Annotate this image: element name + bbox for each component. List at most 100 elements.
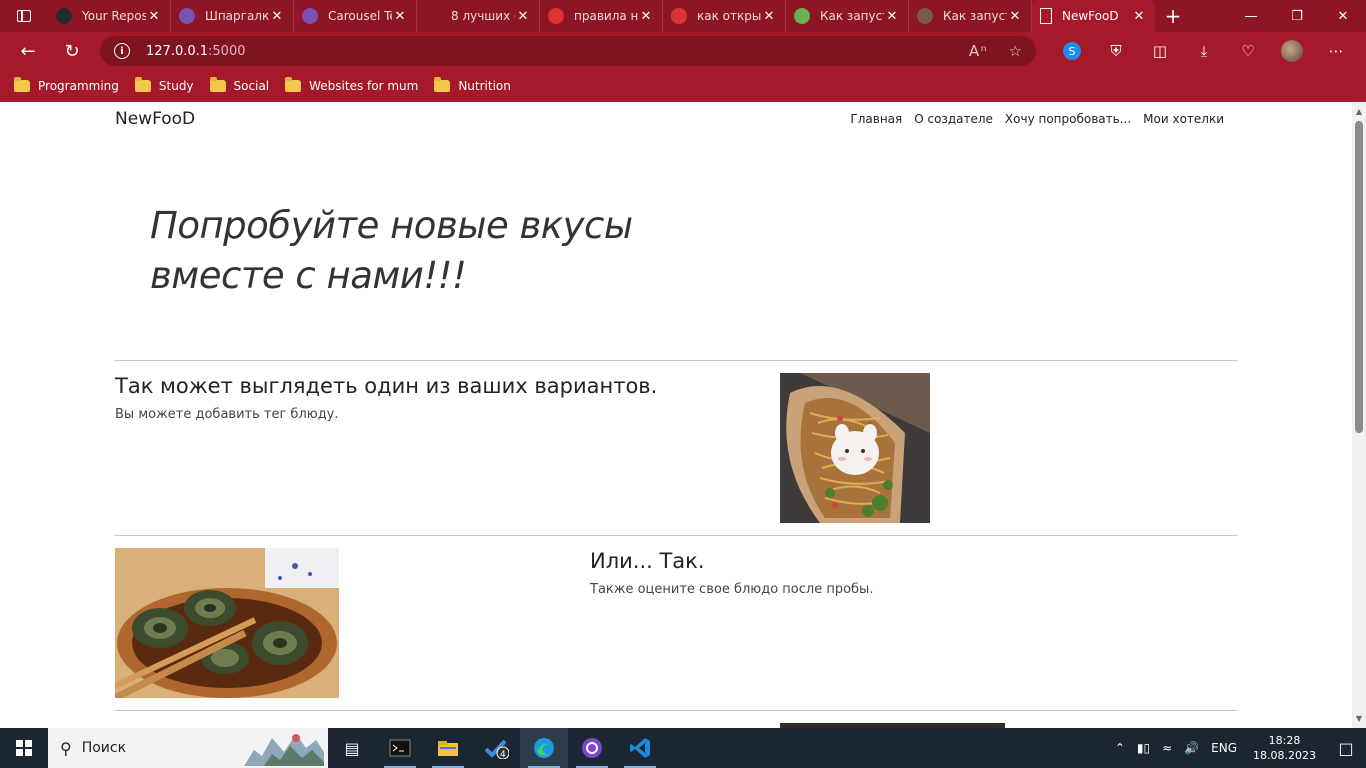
task-view-icon: ▤ (344, 738, 360, 758)
scroll-down-icon[interactable]: ▼ (1352, 712, 1366, 726)
web-page: NewFooD Главная О создателе Хочу попробова… (0, 103, 1352, 728)
tab-bar: Your Repos✕Шпаргалка✕Carousel Te✕8 лучши… (0, 0, 1366, 32)
reload-icon: ↻ (64, 40, 80, 62)
browser-tab[interactable]: правила н ✕ (540, 0, 663, 32)
clock-time: 18:28 (1268, 734, 1301, 747)
browser-tab[interactable]: Your Repos ✕ (48, 0, 171, 32)
bookmark-label: Nutrition (458, 79, 511, 93)
tab-title: Your Repos (82, 9, 146, 23)
url-text[interactable]: 127.0.0.1:5000 (146, 44, 246, 59)
bookmark-folder[interactable]: Programming (14, 77, 119, 93)
folder-icon (285, 77, 302, 92)
settings-menu-icon[interactable]: ⋯ (1314, 42, 1358, 60)
github-desktop-app[interactable] (568, 728, 616, 768)
feature1-title: Так может выглядеть один из ваших вариан… (115, 374, 658, 398)
tab-title: правила н (574, 9, 638, 23)
site-nav-link[interactable]: Хочу попробовать... (1005, 112, 1131, 126)
vscode-app[interactable] (616, 728, 664, 768)
site-nav-link[interactable]: О создателе (914, 112, 993, 126)
back-button[interactable]: ← (6, 32, 50, 70)
system-tray: ⌃ ▮▯ ≈ 🔊 ENG 18:28 18.08.2023 □ (1109, 728, 1366, 768)
task-view-button[interactable]: ▤ (328, 728, 376, 768)
volume-icon[interactable]: 🔊 (1178, 741, 1205, 755)
close-tab-icon[interactable]: ✕ (1131, 9, 1147, 24)
vscode-icon (630, 738, 650, 758)
browser-tab[interactable]: Шпаргалка✕ (171, 0, 294, 32)
taskbar: ⚲ Поиск ▤ 4 ⌃ ▮▯ ≈ 🔊 ENG 18:28 18.08.202… (0, 728, 1366, 768)
github-icon (582, 738, 602, 758)
browser-tab[interactable]: NewFooD ✕ (1032, 0, 1155, 32)
restore-button[interactable]: ❐ (1274, 0, 1320, 32)
close-tab-icon[interactable]: ✕ (515, 9, 531, 24)
clock-date: 18.08.2023 (1253, 749, 1316, 762)
address-bar[interactable]: i 127.0.0.1:5000 A ⁿ ☆ (100, 36, 1036, 66)
site-info-icon[interactable]: i (114, 43, 130, 59)
bookmark-folder[interactable]: Nutrition (434, 77, 511, 93)
new-tab-button[interactable]: + (1155, 4, 1191, 28)
browser-tab[interactable]: Как запуст ✕ (909, 0, 1032, 32)
clock[interactable]: 18:28 18.08.2023 (1243, 733, 1326, 763)
scroll-up-icon[interactable]: ▲ (1352, 105, 1366, 119)
edge-app[interactable] (520, 728, 568, 768)
hero-heading: Попробуйте новые вкусы вместе с нами!!! (150, 204, 633, 297)
bookmark-folder[interactable]: Websites for mum (285, 77, 418, 93)
bookmark-folder[interactable]: Study (134, 77, 194, 93)
page-scrollbar[interactable]: ▲ ▼ (1352, 103, 1366, 728)
favorite-star-icon[interactable]: ☆ (1009, 42, 1022, 60)
shield-extension-icon[interactable]: ⛨ (1094, 42, 1138, 60)
search-placeholder: Поиск (81, 740, 127, 756)
wifi-icon[interactable]: ≈ (1156, 741, 1178, 755)
language-indicator[interactable]: ENG (1205, 741, 1243, 755)
minimize-button[interactable]: — (1228, 0, 1274, 32)
close-tab-icon[interactable]: ✕ (884, 9, 900, 24)
close-tab-icon[interactable]: ✕ (269, 9, 285, 24)
split-screen-icon[interactable]: ◫ (1138, 42, 1182, 60)
file-explorer-app[interactable] (424, 728, 472, 768)
shazam-extension-button[interactable]: S (1050, 42, 1094, 60)
browser-tab[interactable]: как открыт✕ (663, 0, 786, 32)
battery-icon[interactable]: ▮▯ (1131, 741, 1156, 755)
browser-essentials-icon[interactable]: ♡ (1226, 42, 1270, 60)
github-icon (56, 8, 72, 24)
terminal-icon (389, 739, 411, 757)
close-tab-icon[interactable]: ✕ (761, 9, 777, 24)
shazam-icon: S (1063, 42, 1081, 60)
site-nav-link[interactable]: Главная (850, 112, 902, 126)
downloads-icon[interactable]: ⤓ (1182, 42, 1226, 60)
bookmark-folder[interactable]: Social (209, 77, 269, 93)
folder-icon (438, 741, 458, 756)
svg-text:4: 4 (500, 750, 506, 759)
tab-actions-button[interactable] (0, 0, 48, 32)
avatar (1281, 40, 1303, 62)
tab-title: как открыт (697, 9, 761, 23)
search-highlight-illustration (244, 734, 324, 766)
site-nav-link[interactable]: Мои хотелки (1143, 112, 1224, 126)
site-icon (794, 8, 810, 24)
reload-button[interactable]: ↻ (50, 32, 94, 70)
start-button[interactable] (0, 728, 48, 768)
close-window-button[interactable]: ✕ (1320, 0, 1366, 32)
browser-tab[interactable]: 8 лучших с ✕ (417, 0, 540, 32)
tab-actions-icon (17, 10, 31, 22)
browser-tab[interactable]: Как запуст ✕ (786, 0, 909, 32)
tab-title: Как запуст (943, 9, 1007, 23)
windows-icon (16, 740, 32, 756)
notifications-icon[interactable]: □ (1326, 739, 1366, 758)
show-hidden-icons-chevron-icon[interactable]: ⌃ (1109, 741, 1131, 755)
close-tab-icon[interactable]: ✕ (146, 9, 162, 24)
profile-button[interactable] (1270, 40, 1314, 62)
scroll-thumb[interactable] (1355, 121, 1363, 433)
site-brand[interactable]: NewFooD (115, 109, 195, 129)
bootstrap-icon (179, 8, 195, 24)
close-tab-icon[interactable]: ✕ (638, 9, 654, 24)
terminal-app[interactable] (376, 728, 424, 768)
browser-tab[interactable]: Carousel Te ✕ (294, 0, 417, 32)
feature2-text: Также оцените свое блюдо после пробы. (590, 582, 874, 597)
taskbar-search[interactable]: ⚲ Поиск (48, 728, 328, 768)
bookmarks-bar: Programming Study Social Websites for mum Nu… (0, 70, 1366, 102)
close-tab-icon[interactable]: ✕ (392, 9, 408, 24)
read-aloud-icon[interactable]: A ⁿ (969, 42, 987, 60)
todo-app[interactable]: 4 (472, 728, 520, 768)
divider (115, 710, 1237, 711)
close-tab-icon[interactable]: ✕ (1007, 9, 1023, 24)
